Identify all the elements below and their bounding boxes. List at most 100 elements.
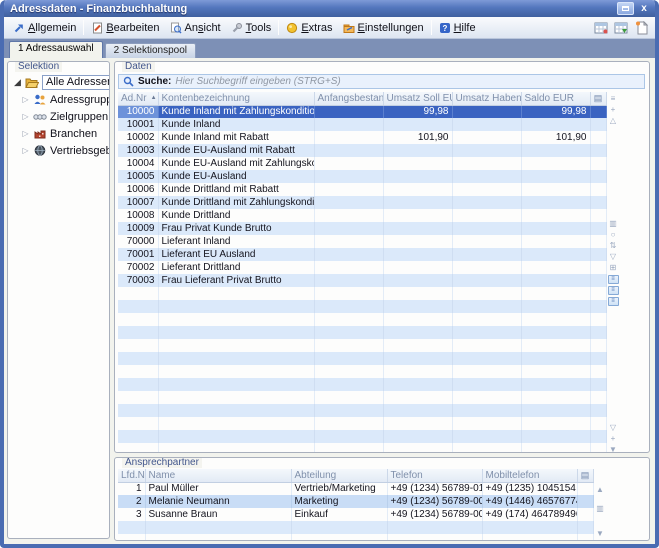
cell[interactable] [590,118,606,131]
cell[interactable]: Vertrieb/Marketing [291,482,387,495]
table-row[interactable]: 10000Kunde Inland mit Zahlungskondition … [118,105,606,118]
cell[interactable]: Frau Privat Kunde Brutto [158,222,314,235]
cell[interactable] [577,521,593,534]
table-row[interactable]: 10008Kunde Drittland [118,209,606,222]
cell[interactable] [383,313,452,326]
cell[interactable] [521,235,590,248]
search-rows-icon[interactable]: ○ [611,230,616,241]
cell[interactable] [482,521,577,534]
cell[interactable] [314,131,383,144]
menu-tools[interactable]: Tools [226,20,277,36]
tree-expand-icon[interactable]: ◢ [13,77,22,88]
column-chooser-header[interactable]: ▤ [590,92,606,105]
cell[interactable] [452,313,521,326]
table-row[interactable]: 70003Frau Lieferant Privat Brutto [118,274,606,287]
cell[interactable] [118,326,158,339]
cell[interactable]: +49 (1234) 56789-00 [387,508,482,521]
cell[interactable]: Frau Lieferant Privat Brutto [158,274,314,287]
empty-row[interactable] [118,417,606,430]
cell[interactable] [314,222,383,235]
tree-item-label[interactable]: Adressgruppen [50,94,110,106]
cell[interactable] [521,196,590,209]
table-row[interactable]: 70000Lieferant Inland [118,235,606,248]
cell[interactable] [158,378,314,391]
cell[interactable]: Melanie Neumann [145,495,291,508]
cell[interactable] [521,261,590,274]
empty-row[interactable] [118,365,606,378]
tab-adressauswahl[interactable]: 1 Adressauswahl [9,41,103,58]
table-row[interactable]: 3Susanne BraunEinkauf+49 (1234) 56789-00… [118,508,593,521]
cell[interactable]: Kunde EU-Ausland mit Rabatt [158,144,314,157]
print-icon[interactable]: ⊞ [610,263,617,274]
cell[interactable] [521,430,590,443]
cell[interactable] [383,365,452,378]
cell[interactable]: 101,90 [383,131,452,144]
cell[interactable] [452,391,521,404]
table-row[interactable]: 10001Kunde Inland [118,118,606,131]
list-view-icon-2[interactable]: ≡ [608,286,619,295]
cell[interactable]: Paul Müller [145,482,291,495]
cell[interactable] [521,209,590,222]
cell[interactable] [452,274,521,287]
cell[interactable] [590,274,606,287]
column-header[interactable]: Saldo EUR [521,92,590,105]
cell[interactable] [314,430,383,443]
cell[interactable] [452,378,521,391]
cell[interactable] [383,170,452,183]
cell[interactable]: 10001 [118,118,158,131]
tree-collapse-icon[interactable]: ▷ [21,129,30,138]
menu-ansicht[interactable]: Ansicht [165,20,226,36]
cell[interactable] [314,157,383,170]
cell[interactable] [291,521,387,534]
cell[interactable]: Kunde Inland mit Zahlungskondition und L… [158,105,314,118]
cell[interactable] [521,248,590,261]
cell[interactable] [314,365,383,378]
cell[interactable] [383,352,452,365]
cell[interactable]: +49 (1235) 1045154 [482,482,577,495]
cell[interactable] [383,326,452,339]
tree-item-label[interactable]: Alle Adressen [42,75,110,90]
cell[interactable] [158,352,314,365]
column-header[interactable]: Mobiltelefon [482,469,577,482]
cell[interactable] [314,443,383,453]
cell[interactable] [118,521,145,534]
close-button[interactable]: x [637,2,651,15]
column-header[interactable]: Umsatz Soll EUR [383,92,452,105]
cell[interactable] [521,183,590,196]
cell[interactable] [590,248,606,261]
cell[interactable] [521,326,590,339]
sort-icon[interactable]: ⇅ [610,241,617,252]
cell[interactable] [314,300,383,313]
cell[interactable] [158,326,314,339]
cell[interactable]: +49 (1234) 56789-00 [387,495,482,508]
cell[interactable] [118,430,158,443]
cell[interactable] [383,209,452,222]
cell[interactable]: Kunde Drittland [158,209,314,222]
cell[interactable] [158,300,314,313]
cell[interactable] [590,183,606,196]
cell[interactable]: Lieferant Inland [158,235,314,248]
cell[interactable] [291,534,387,541]
cell[interactable] [521,274,590,287]
cell[interactable] [590,131,606,144]
tree-item-label[interactable]: Vertriebsgebiete [50,145,110,157]
cell[interactable] [158,365,314,378]
table-row[interactable]: 2Melanie NeumannMarketing+49 (1234) 5678… [118,495,593,508]
cell[interactable] [452,287,521,300]
cell[interactable] [452,235,521,248]
cell[interactable]: Kunde Drittland mit Zahlungskonditionen [158,196,314,209]
cell[interactable] [452,430,521,443]
cell[interactable] [590,404,606,417]
cell[interactable] [383,391,452,404]
column-header[interactable]: Abteilung [291,469,387,482]
cell[interactable]: Kunde Inland [158,118,314,131]
cell[interactable] [383,196,452,209]
cell[interactable] [590,105,606,118]
cell[interactable] [521,404,590,417]
empty-row[interactable] [118,326,606,339]
cell[interactable] [158,287,314,300]
cell[interactable]: Kunde EU-Ausland [158,170,314,183]
cell[interactable] [590,391,606,404]
cell[interactable] [314,183,383,196]
cell[interactable]: Kunde EU-Ausland mit Zahlungskondtionen [158,157,314,170]
